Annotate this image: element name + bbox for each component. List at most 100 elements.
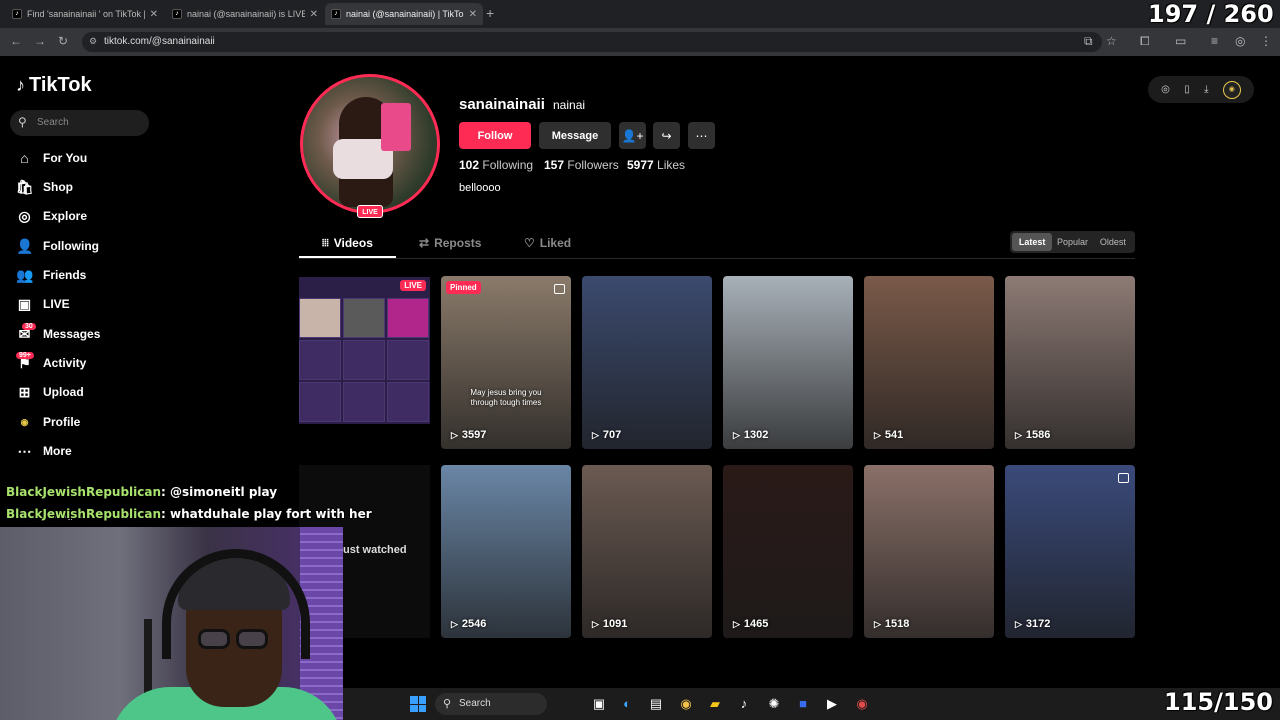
chrome-icon[interactable]: ◉ — [676, 694, 696, 714]
sidebar-item-shop[interactable]: 🛍 Shop — [16, 176, 73, 198]
app-icon[interactable]: ✺ — [764, 694, 784, 714]
heart-icon: ♡ — [524, 236, 535, 250]
sidebar-item-profile[interactable]: ◉ Profile — [16, 411, 81, 433]
profile-avatar[interactable] — [300, 74, 440, 214]
profile-nickname: nainai — [553, 98, 586, 112]
sort-popular[interactable]: Popular — [1052, 233, 1092, 251]
sidebar-item-label: LIVE — [43, 297, 70, 311]
view-count: ▷ 707 — [592, 429, 621, 441]
chrome-profile-icon[interactable]: ◉ — [852, 694, 872, 714]
view-count: ▷ 1302 — [733, 429, 768, 441]
tab-label: Reposts — [434, 236, 482, 250]
video-card[interactable]: ▷ 1586 — [1005, 276, 1135, 449]
play-icon: ▷ — [1015, 429, 1022, 440]
back-icon[interactable]: ← — [10, 34, 22, 48]
coin-icon[interactable]: ◎ — [1161, 84, 1170, 95]
video-card[interactable]: ▷ 1465 — [723, 465, 853, 638]
video-card[interactable]: ▷ 707 — [582, 276, 712, 449]
install-app-icon[interactable]: ⧉ — [1084, 34, 1093, 49]
task-view-icon[interactable]: ▣ — [589, 694, 609, 714]
video-card[interactable]: ▷ 541 — [864, 276, 994, 449]
play-icon: ▷ — [733, 618, 740, 629]
activity-badge: 99+ — [16, 352, 34, 359]
reload-icon[interactable]: ↻ — [58, 34, 68, 48]
live-preview-tile[interactable]: LIVE — [299, 277, 430, 424]
share-icon[interactable]: ↪ — [653, 122, 680, 149]
video-card[interactable]: ▷ 1518 — [864, 465, 994, 638]
file-explorer-icon[interactable]: ▰ — [705, 694, 725, 714]
live-badge[interactable]: LIVE — [357, 205, 383, 218]
close-icon[interactable]: ✕ — [150, 9, 158, 20]
sidebar-item-live[interactable]: ▣ LIVE — [16, 293, 70, 315]
browser-tab-1[interactable]: ♪ Find 'sanainainaii ' on TikTok | T ✕ — [6, 3, 164, 25]
forward-icon[interactable]: → — [34, 34, 46, 48]
browser-menu-icon[interactable]: ⋮ — [1260, 34, 1272, 48]
bookmark-star-icon[interactable]: ☆ — [1106, 34, 1117, 48]
tiktok-favicon-icon: ♪ — [172, 9, 182, 19]
browser-tab-3[interactable]: ♪ nainai (@sanainainaii) | TikTok ✕ — [325, 3, 483, 25]
windows-start-icon[interactable] — [410, 696, 426, 712]
taskbar-search[interactable]: ⚲ Search — [435, 693, 547, 715]
browser-tab-2[interactable]: ♪ nainai (@sanainainaii) is LIVE - ✕ — [166, 3, 324, 25]
avatar-small[interactable]: ◉ — [1222, 80, 1241, 99]
url-text: tiktok.com/@sanainainaii — [104, 36, 215, 47]
extensions-icon[interactable]: ⧠ — [1140, 34, 1150, 49]
site-info-icon[interactable]: ⚙ — [89, 36, 97, 47]
following-label: Following — [482, 158, 534, 172]
new-tab-button[interactable]: + — [486, 5, 494, 21]
sidebar-item-following[interactable]: 👤 Following — [16, 235, 99, 257]
search-input[interactable]: ⚲ Search — [10, 110, 149, 136]
download-icon[interactable]: ⤓ — [1204, 84, 1208, 95]
followers-count: 157 — [544, 158, 565, 172]
tab-liked[interactable]: ♡ Liked — [524, 236, 571, 250]
close-icon[interactable]: ✕ — [310, 9, 318, 20]
video-card[interactable]: ▷ 1091 — [582, 465, 712, 638]
view-count-text: 3597 — [461, 429, 487, 441]
sidebar-item-friends[interactable]: 👥 Friends — [16, 264, 86, 286]
video-card[interactable]: ▷ 2546 — [441, 465, 571, 638]
close-icon[interactable]: ✕ — [469, 9, 477, 20]
sort-latest[interactable]: Latest — [1012, 233, 1053, 251]
sort-oldest[interactable]: Oldest — [1093, 233, 1133, 251]
store-icon[interactable]: ▤ — [646, 694, 666, 714]
video-card[interactable]: Pinned May jesus bring you through tough… — [441, 276, 571, 449]
message-button[interactable]: Message — [539, 122, 611, 149]
followers-stat[interactable]: 157 Followers — [544, 158, 619, 172]
split-screen-icon[interactable]: ▭ — [1175, 34, 1186, 48]
following-count: 102 — [459, 158, 480, 172]
sidebar-item-label: Following — [43, 239, 99, 253]
tiktok-logo[interactable]: ♪ TikTok — [16, 74, 92, 97]
sidebar-item-for-you[interactable]: ⌂ For You — [16, 147, 87, 169]
sidebar-item-label: Upload — [43, 385, 84, 399]
tab-videos[interactable]: ⦙⦙⦙ Videos — [322, 236, 373, 250]
view-count-text: 541 — [884, 429, 904, 441]
video-card[interactable]: ▷ 1302 — [723, 276, 853, 449]
profile-bio: belloooo — [459, 182, 501, 194]
add-friend-icon[interactable]: 👤+ — [619, 122, 646, 149]
account-icon[interactable]: ◎ — [1235, 34, 1245, 48]
view-count-text: 1302 — [743, 429, 769, 441]
messages-badge: 30 — [22, 323, 36, 330]
view-count-text: 2546 — [461, 618, 487, 630]
address-bar[interactable]: ⚙ tiktok.com/@sanainainaii — [82, 32, 1102, 52]
sidebar-item-upload[interactable]: ⊞ Upload — [16, 381, 84, 403]
sidebar-item-more[interactable]: ⋯ More — [16, 440, 72, 462]
play-icon: ▷ — [592, 618, 599, 629]
tab-reposts[interactable]: ⇄ Reposts — [419, 236, 481, 250]
live-thumb — [299, 340, 341, 380]
view-count: ▷ 3597 — [451, 429, 486, 441]
device-icon[interactable]: ▯ — [1184, 84, 1190, 95]
video-card[interactable]: ▷ 3172 — [1005, 465, 1135, 638]
following-stat[interactable]: 102 Following — [459, 158, 533, 172]
chat-message: BlackJewishRepublican: @simoneitl play — [6, 485, 277, 499]
media-player-icon[interactable]: ▶ — [822, 694, 842, 714]
profile-username: sanainainaii — [459, 96, 545, 113]
follow-button[interactable]: Follow — [459, 122, 531, 149]
more-options-icon[interactable]: ⋯ — [688, 122, 715, 149]
reading-list-icon[interactable]: ≡ — [1211, 34, 1218, 48]
tiktok-app-icon[interactable]: ♪ — [734, 694, 754, 714]
app-icon-blue[interactable]: ■ — [793, 694, 813, 714]
header-actions: ◎ ▯ ⤓ ◉ — [1148, 76, 1254, 103]
edge-icon[interactable]: ◐ — [617, 694, 637, 714]
sidebar-item-explore[interactable]: ◎ Explore — [16, 205, 87, 227]
